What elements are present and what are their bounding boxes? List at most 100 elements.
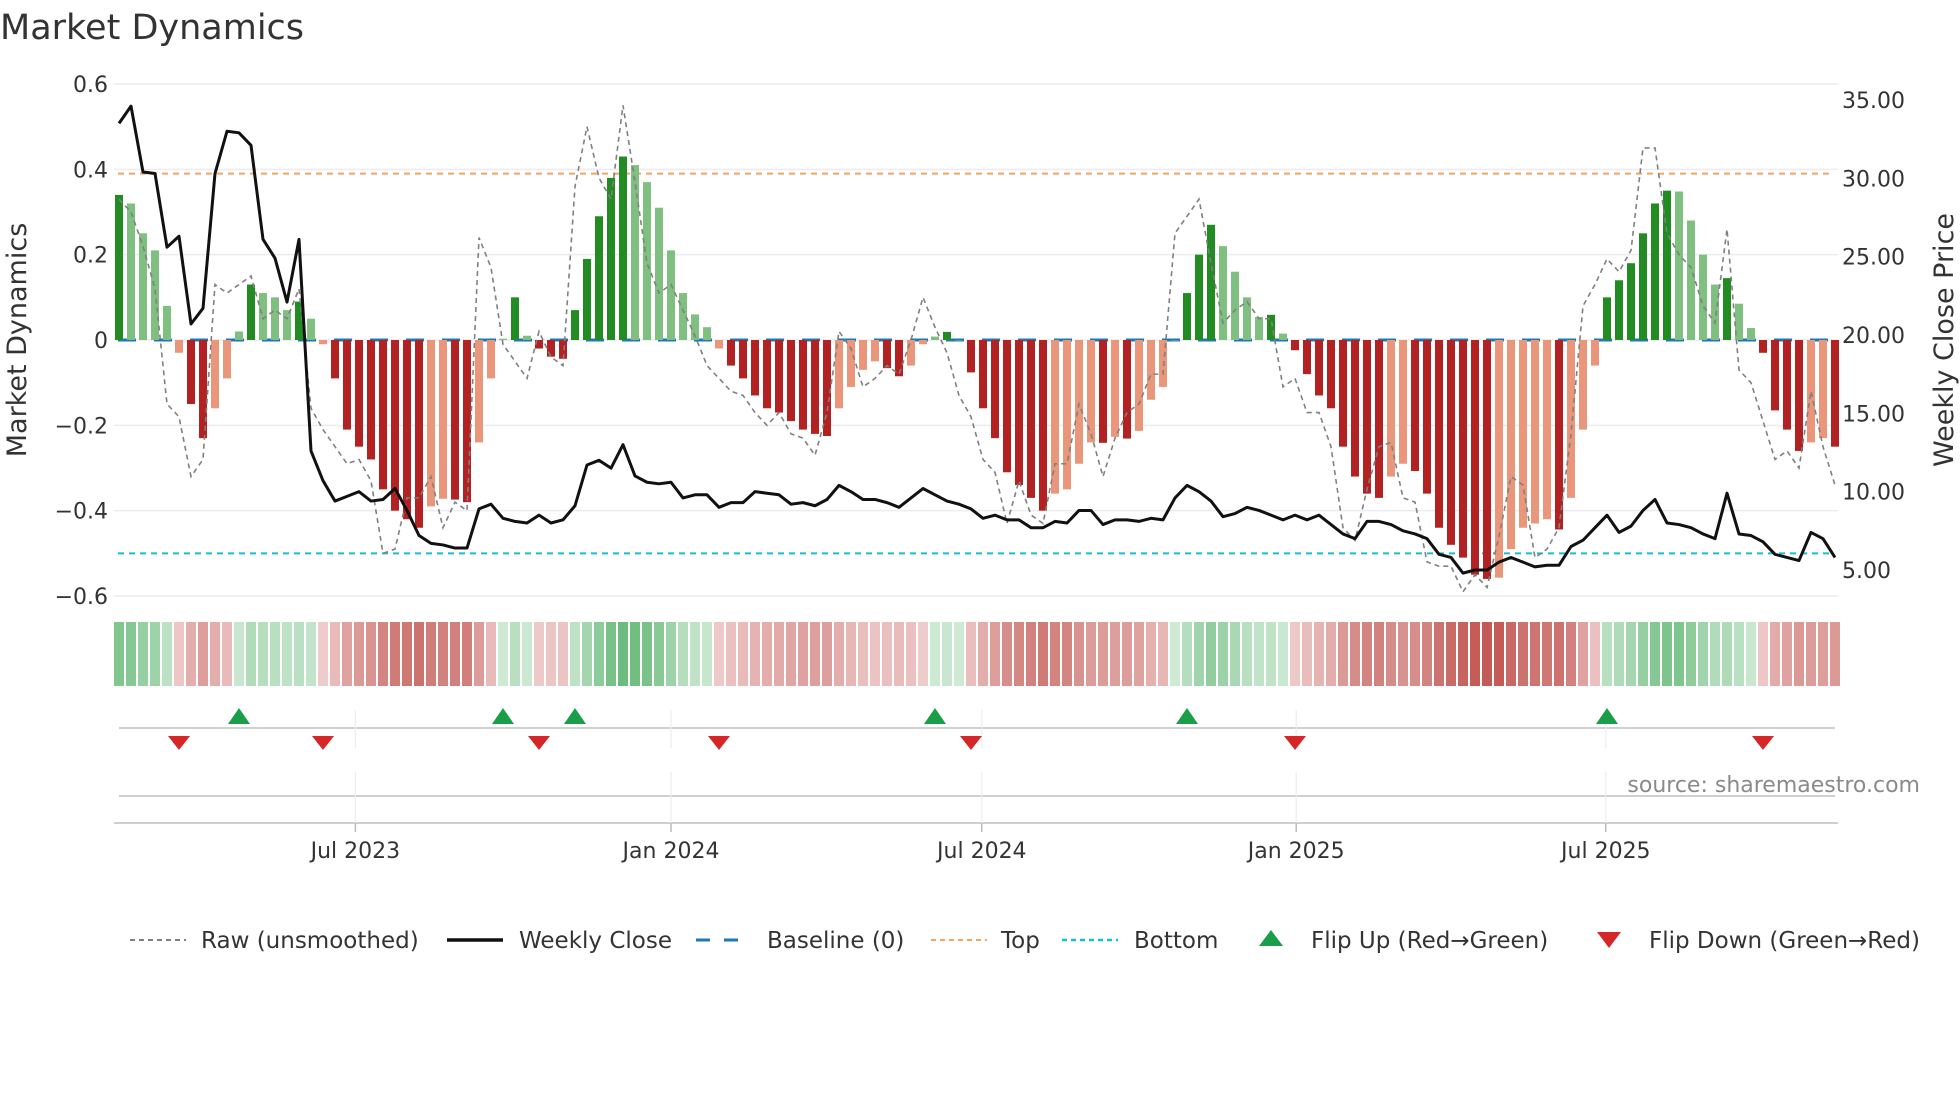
raw-line [118, 105, 1836, 594]
dynamics-bar [523, 335, 531, 340]
heat-cell [1674, 622, 1684, 686]
dynamics-bar [811, 340, 819, 434]
dynamics-bar [511, 297, 519, 340]
dynamics-bar [1111, 340, 1119, 437]
flip-up-marker [1596, 708, 1618, 724]
y2-tick-label: 25.00 [1842, 246, 1905, 271]
heat-cell [1422, 622, 1432, 686]
legend-flip-down-icon [1597, 932, 1621, 948]
dynamics-bar [859, 340, 867, 370]
dynamics-bar [1603, 297, 1611, 340]
heat-cell [582, 622, 592, 686]
heat-cell [1686, 622, 1696, 686]
heat-cell [762, 622, 772, 686]
heat-cell [690, 622, 700, 686]
legend-label: Baseline (0) [767, 928, 904, 954]
dynamics-bar [931, 336, 939, 340]
dynamics-bar [1435, 340, 1443, 528]
heat-cell [1410, 622, 1420, 686]
heat-cell [486, 622, 496, 686]
heat-cell [1374, 622, 1384, 686]
dynamics-bar [319, 340, 327, 345]
dynamics-bar [823, 340, 831, 437]
y-tick-label: 0 [94, 329, 108, 354]
heat-cell [1494, 622, 1504, 686]
dynamics-bar [547, 340, 555, 357]
heat-cell [1386, 622, 1396, 686]
heat-cell [126, 622, 136, 686]
heat-cell [882, 622, 892, 686]
heat-cell [1158, 622, 1168, 686]
heat-cell [114, 622, 124, 686]
legend: Raw (unsmoothed) Weekly Close Baseline (0)… [130, 928, 1920, 954]
heat-cell [810, 622, 820, 686]
heat-cell [1806, 622, 1816, 686]
dynamics-bar [1351, 340, 1359, 477]
heat-cell [1626, 622, 1636, 686]
dynamics-bar [1063, 340, 1071, 490]
legend-label: Flip Up (Red→Green) [1311, 928, 1548, 954]
dynamics-bar [283, 310, 291, 340]
flip-down-marker [1284, 736, 1306, 750]
dynamics-bar [427, 340, 435, 507]
dynamics-bar [1747, 328, 1755, 340]
heat-cell [1086, 622, 1096, 686]
heat-cell [534, 622, 544, 686]
heat-cell [870, 622, 880, 686]
heat-cell [1182, 622, 1192, 686]
dynamics-bar [1183, 293, 1191, 340]
legend-label: Flip Down (Green→Red) [1649, 928, 1920, 954]
dynamics-bar [1003, 340, 1011, 473]
heat-cell [702, 622, 712, 686]
heat-cell [330, 622, 340, 686]
heat-cell [1242, 622, 1252, 686]
dynamics-bar [1567, 340, 1575, 498]
dynamics-bar [1171, 340, 1179, 341]
dynamics-bar [451, 340, 459, 500]
dynamics-bar [1723, 278, 1731, 340]
heat-cell [1026, 622, 1036, 686]
dynamics-bar [955, 340, 963, 341]
heat-cell [426, 622, 436, 686]
legend-label: Top [1000, 928, 1040, 954]
heat-cell [1194, 622, 1204, 686]
heat-cell [1038, 622, 1048, 686]
flip-panel [119, 708, 1835, 750]
dynamics-bar [1399, 340, 1407, 464]
y2-tick-label: 10.00 [1842, 481, 1905, 506]
heat-cell [834, 622, 844, 686]
dynamics-bar [1459, 340, 1467, 558]
dynamics-bar [751, 340, 759, 396]
dynamics-bar [991, 340, 999, 439]
heat-cell [390, 622, 400, 686]
heat-cell [930, 622, 940, 686]
heat-cell [966, 622, 976, 686]
dynamics-bar [883, 340, 891, 369]
heat-cell [1722, 622, 1732, 686]
heat-cell [1362, 622, 1372, 686]
heat-cell [618, 622, 628, 686]
dynamics-bar [463, 340, 471, 503]
dynamics-bar [1291, 340, 1299, 351]
heat-cell [1782, 622, 1792, 686]
legend-flip-up-icon [1259, 930, 1283, 946]
heat-cell [1314, 622, 1324, 686]
dynamics-bar [1831, 340, 1839, 447]
heat-cell [1146, 622, 1156, 686]
x-tick-label: Jul 2024 [935, 839, 1027, 864]
dynamics-bar [847, 340, 855, 387]
heat-cell [414, 622, 424, 686]
heat-cell [954, 622, 964, 686]
flip-down-marker [960, 736, 982, 750]
heat-cell [1830, 622, 1840, 686]
heat-cell [1638, 622, 1648, 686]
dynamics-bar [1195, 254, 1203, 340]
dynamics-bar [763, 340, 771, 409]
dynamics-bar [1579, 340, 1587, 430]
dynamics-bar [1651, 203, 1659, 340]
dynamics-bar [1219, 246, 1227, 340]
heat-cell [1278, 622, 1288, 686]
heat-cell [450, 622, 460, 686]
chart-title: Market Dynamics [0, 8, 304, 48]
dynamics-bar [127, 203, 135, 340]
